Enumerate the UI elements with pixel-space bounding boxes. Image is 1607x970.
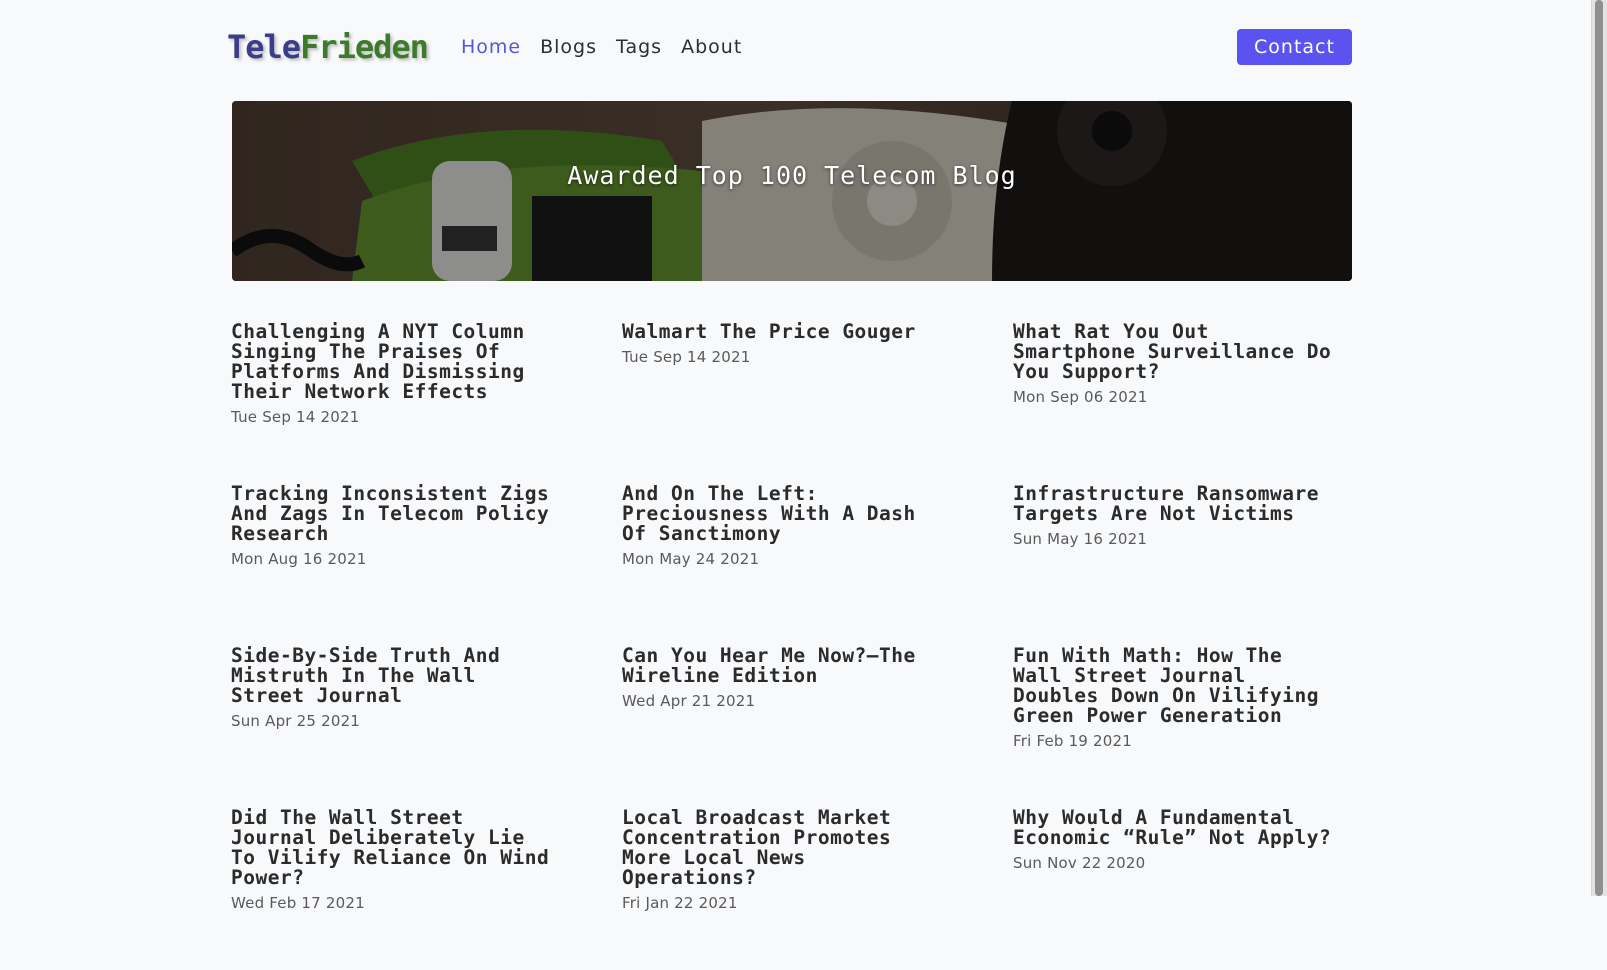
post-card[interactable]: Local Broadcast Market Concentration Pro… <box>622 808 1013 970</box>
post-card[interactable]: And On The Left: Preciousness With A Das… <box>622 484 1013 646</box>
post-date: Mon May 24 2021 <box>622 550 760 568</box>
post-date: Mon Aug 16 2021 <box>231 550 367 568</box>
logo-part-tele: Tele <box>227 28 301 66</box>
post-title[interactable]: Infrastructure Ransomware Targets Are No… <box>1013 484 1343 524</box>
post-title[interactable]: Why Would A Fundamental Economic “Rule” … <box>1013 808 1343 848</box>
post-title[interactable]: Tracking Inconsistent Zigs And Zags In T… <box>231 484 561 544</box>
post-card[interactable]: Side-By-Side Truth And Mistruth In The W… <box>231 646 622 808</box>
post-title[interactable]: Can You Hear Me Now?—The Wireline Editio… <box>622 646 952 686</box>
post-date: Fri Jan 22 2021 <box>622 894 738 912</box>
hero-banner: Awarded Top 100 Telecom Blog <box>232 101 1352 281</box>
nav-link-about[interactable]: About <box>681 28 742 66</box>
post-title[interactable]: Local Broadcast Market Concentration Pro… <box>622 808 952 888</box>
post-card[interactable]: What Rat You Out Smartphone Surveillance… <box>1013 322 1351 484</box>
post-date: Sun May 16 2021 <box>1013 530 1148 548</box>
post-title[interactable]: Side-By-Side Truth And Mistruth In The W… <box>231 646 561 706</box>
post-date: Wed Feb 17 2021 <box>231 894 365 912</box>
post-date: Wed Apr 21 2021 <box>622 692 756 710</box>
post-date: Fri Feb 19 2021 <box>1013 732 1132 750</box>
post-title[interactable]: Challenging A NYT Column Singing The Pra… <box>231 322 561 402</box>
scrollbar-thumb[interactable] <box>1595 0 1603 896</box>
post-date: Tue Sep 14 2021 <box>231 408 360 426</box>
nav-links: Home Blogs Tags About <box>461 28 742 66</box>
post-card[interactable]: Infrastructure Ransomware Targets Are No… <box>1013 484 1351 646</box>
logo-part-frieden: Frieden <box>300 28 429 66</box>
post-grid: Challenging A NYT Column Singing The Pra… <box>231 322 1351 970</box>
post-date: Sun Apr 25 2021 <box>231 712 361 730</box>
post-card[interactable]: Challenging A NYT Column Singing The Pra… <box>231 322 622 484</box>
site-logo[interactable]: TeleFrieden <box>227 28 429 66</box>
post-card[interactable]: Fun With Math: How The Wall Street Journ… <box>1013 646 1351 808</box>
nav-link-home[interactable]: Home <box>461 28 521 66</box>
nav-link-tags[interactable]: Tags <box>616 28 662 66</box>
post-title[interactable]: Did The Wall Street Journal Deliberately… <box>231 808 561 888</box>
post-card[interactable]: Tracking Inconsistent Zigs And Zags In T… <box>231 484 622 646</box>
post-date: Tue Sep 14 2021 <box>622 348 751 366</box>
post-title[interactable]: Walmart The Price Gouger <box>622 322 952 342</box>
post-card[interactable]: Can You Hear Me Now?—The Wireline Editio… <box>622 646 1013 808</box>
post-card[interactable]: Why Would A Fundamental Economic “Rule” … <box>1013 808 1351 970</box>
post-date: Mon Sep 06 2021 <box>1013 388 1148 406</box>
post-title[interactable]: And On The Left: Preciousness With A Das… <box>622 484 952 544</box>
hero-telephones-image <box>232 101 1352 281</box>
top-navigation: TeleFrieden Home Blogs Tags About Contac… <box>227 28 1352 66</box>
post-title[interactable]: What Rat You Out Smartphone Surveillance… <box>1013 322 1343 382</box>
post-card[interactable]: Did The Wall Street Journal Deliberately… <box>231 808 622 970</box>
post-title[interactable]: Fun With Math: How The Wall Street Journ… <box>1013 646 1343 726</box>
post-card[interactable]: Walmart The Price Gouger Tue Sep 14 2021 <box>622 322 1013 484</box>
post-date: Sun Nov 22 2020 <box>1013 854 1146 872</box>
hero-title: Awarded Top 100 Telecom Blog <box>567 161 1017 190</box>
nav-link-blogs[interactable]: Blogs <box>540 28 597 66</box>
page-scrollbar[interactable] <box>1591 0 1607 896</box>
contact-button[interactable]: Contact <box>1237 29 1352 65</box>
